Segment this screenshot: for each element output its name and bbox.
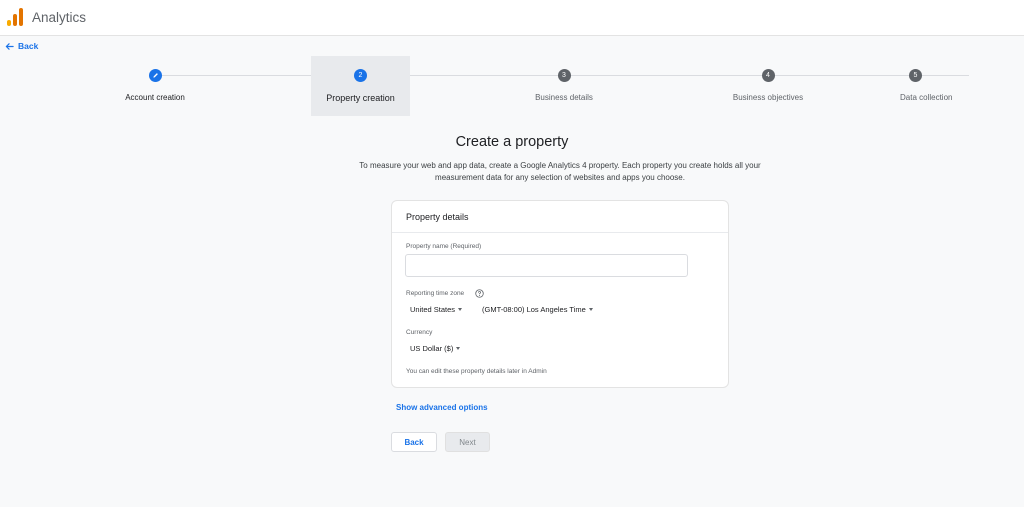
top-app-bar: Analytics [0,0,1024,36]
step-label: Account creation [125,93,185,102]
timezone-select[interactable]: (GMT-08:00) Los Angeles Time [482,305,593,314]
show-advanced-options-link[interactable]: Show advanced options [396,403,488,412]
step-data-collection[interactable]: 5 Data collection [900,56,1024,116]
caret-down-icon [456,347,461,350]
back-link[interactable]: Back [5,40,38,52]
step-number: 2 [354,69,367,82]
step-business-details[interactable]: 3 Business details [504,56,624,116]
property-details-card: Property details Property name (Required… [391,200,729,388]
back-button[interactable]: Back [391,432,437,452]
card-title: Property details [406,212,469,222]
step-label: Business details [535,93,593,102]
country-select[interactable]: United States [410,305,463,314]
page-title: Create a property [455,134,569,150]
back-link-label: Back [18,41,39,51]
currency-select[interactable]: US Dollar ($) [410,344,461,353]
step-number: 3 [557,69,571,82]
timezone-label: Reporting time zone [406,290,465,297]
step-label: Business objectives [732,93,804,102]
next-button[interactable]: Next [445,432,490,452]
page-description: To measure your web and app data, create… [359,161,761,182]
step-property-creation[interactable]: 2 Property creation [311,56,410,116]
caret-down-icon [458,308,463,311]
property-name-label: Property name (Required) [406,243,482,250]
help-icon[interactable] [475,289,484,298]
pencil-icon [148,69,162,82]
arrow-left-icon [5,42,14,50]
edit-later-note: You can edit these property details late… [406,368,547,375]
step-account-creation[interactable]: Account creation [95,56,215,116]
caret-down-icon [588,308,593,311]
app-title: Analytics [32,10,87,25]
step-label: Property creation [326,93,395,103]
step-number: 4 [761,69,775,82]
analytics-logo-icon [7,8,23,26]
step-label: Data collection [900,93,953,102]
card-header: Property details [392,201,728,233]
step-business-objectives[interactable]: 4 Business objectives [708,56,828,116]
property-name-input[interactable] [405,254,688,277]
step-number: 5 [909,69,922,82]
currency-label: Currency [406,329,433,336]
